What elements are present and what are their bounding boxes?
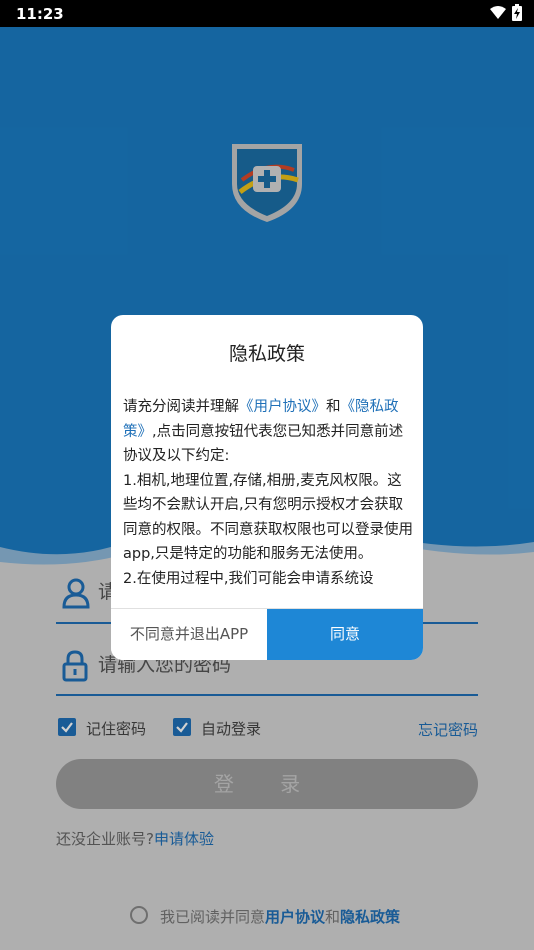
dialog-buttons: 不同意并退出APP 同意 bbox=[111, 608, 423, 660]
privacy-dialog: 隐私政策 请充分阅读并理解《用户协议》和《隐私政策》,点击同意按钮代表您已知悉并… bbox=[111, 315, 423, 660]
dialog-user-agreement-link[interactable]: 《用户协议》 bbox=[239, 399, 326, 415]
battery-charging-icon bbox=[512, 4, 522, 21]
dialog-intro-and: 和 bbox=[326, 399, 341, 415]
dialog-item-2: 2.在使用过程中,我们可能会申请系统设 bbox=[123, 570, 374, 587]
status-bar: 11:23 bbox=[0, 0, 534, 27]
dialog-intro: 请充分阅读并理解《用户协议》和《隐私政策》,点击同意按钮代表您已知悉并同意前述协… bbox=[123, 395, 413, 469]
wifi-icon bbox=[490, 5, 506, 19]
dialog-intro-prefix: 请充分阅读并理解 bbox=[123, 399, 239, 415]
dialog-title: 隐私政策 bbox=[228, 343, 305, 365]
status-icons bbox=[490, 4, 522, 21]
status-time: 11:23 bbox=[16, 5, 64, 23]
dialog-body[interactable]: 请充分阅读并理解《用户协议》和《隐私政策》,点击同意按钮代表您已知悉并同意前述协… bbox=[123, 395, 413, 607]
dialog-intro-suffix: ,点击同意按钮代表您已知悉并同意前述协议及以下约定: bbox=[123, 423, 404, 465]
dialog-item-1: 1.相机,地理位置,存储,相册,麦克风权限。这些均不会默认开启,只有您明示授权才… bbox=[123, 472, 413, 563]
agree-button[interactable]: 同意 bbox=[267, 609, 423, 660]
decline-exit-button[interactable]: 不同意并退出APP bbox=[111, 609, 267, 660]
